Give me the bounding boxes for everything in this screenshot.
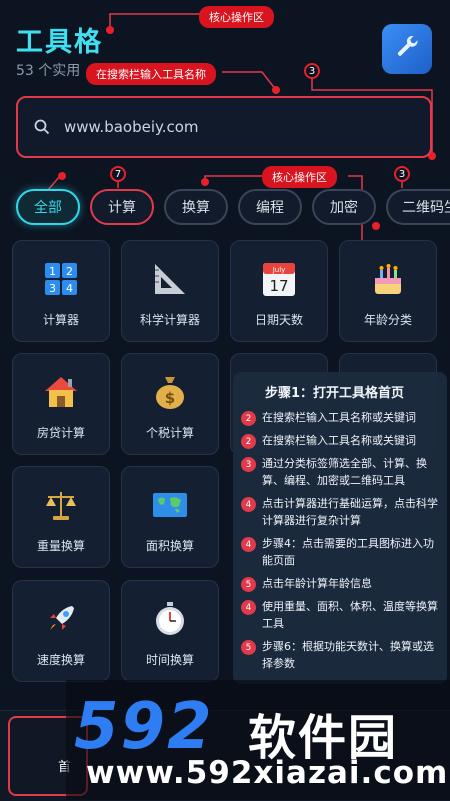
step-text: 点击年龄计算年龄信息 bbox=[262, 577, 372, 590]
step-text: 在搜索栏输入工具名称或关键词 bbox=[262, 411, 416, 424]
step-number: 4 bbox=[241, 537, 256, 552]
watermark-url: www.592xiazai.com bbox=[86, 755, 449, 791]
tool-label: 科学计算器 bbox=[139, 313, 200, 327]
tool-label: 日期天数 bbox=[254, 313, 303, 327]
annotation-marker bbox=[201, 178, 209, 186]
tool-label: 重量换算 bbox=[36, 539, 85, 553]
search-input[interactable] bbox=[62, 117, 386, 137]
tool-label: 年龄分类 bbox=[363, 313, 412, 327]
step-item: 2 在搜索栏输入工具名称或关键词 bbox=[241, 409, 439, 426]
ruler-triangle-icon bbox=[150, 259, 190, 299]
step-number: 4 bbox=[241, 600, 256, 615]
svg-text:3: 3 bbox=[49, 282, 56, 295]
annotation-marker bbox=[106, 26, 114, 34]
stopwatch-icon bbox=[150, 599, 190, 639]
money-bag-icon: $ bbox=[150, 372, 190, 412]
step-text: 在搜索栏输入工具名称或关键词 bbox=[262, 434, 416, 447]
tool-card-calculator[interactable]: 1 2 3 4 计算器 bbox=[12, 240, 110, 342]
step-text: 通过分类标签筛选全部、计算、换算、编程、加密或二维码工具 bbox=[262, 457, 427, 487]
annotation-badge-tab-a: 7 bbox=[110, 166, 126, 182]
tab-qrcode[interactable]: 二维码生 bbox=[386, 189, 450, 225]
tool-label: 房贷计算 bbox=[36, 426, 85, 440]
calendar-day: 17 bbox=[269, 277, 288, 295]
svg-text:$: $ bbox=[165, 389, 175, 407]
tool-label: 个税计算 bbox=[145, 426, 194, 440]
step-text: 使用重量、面积、体积、温度等换算工具 bbox=[262, 600, 438, 630]
annotation-core-zone-top: 核心操作区 bbox=[199, 6, 274, 28]
tool-card-mortgage[interactable]: 房贷计算 bbox=[12, 353, 110, 455]
tool-card-age[interactable]: 年龄分类 bbox=[339, 240, 437, 342]
annotation-core-zone-mid: 核心操作区 bbox=[262, 166, 337, 188]
tool-card-area-convert[interactable]: 面积换算 bbox=[121, 466, 219, 568]
tool-card-speed-convert[interactable]: 速度换算 bbox=[12, 580, 110, 682]
annotation-marker bbox=[272, 86, 280, 94]
tool-card-date-days[interactable]: July 17 日期天数 bbox=[230, 240, 328, 342]
step-item: 5 步骤6：根据功能天数计、换算或选择参数 bbox=[241, 638, 439, 672]
step-item: 2 在搜索栏输入工具名称或关键词 bbox=[241, 432, 439, 449]
tab-programming[interactable]: 编程 bbox=[238, 189, 302, 225]
annotation-marker bbox=[58, 172, 66, 180]
calculator-icon: 1 2 3 4 bbox=[41, 259, 81, 299]
rocket-icon bbox=[41, 599, 81, 639]
watermark-logo: 592 bbox=[74, 690, 214, 764]
step-number: 2 bbox=[241, 434, 256, 449]
step-text: 步骤4：点击需要的工具图标进入功能页面 bbox=[262, 537, 434, 567]
tool-label: 时间换算 bbox=[145, 653, 194, 667]
step-number: 5 bbox=[241, 640, 256, 655]
step-item: 5 点击年龄计算年龄信息 bbox=[241, 575, 439, 592]
svg-text:1: 1 bbox=[49, 265, 56, 278]
search-icon bbox=[34, 119, 50, 135]
step-number: 2 bbox=[241, 411, 256, 426]
steps-panel: 步骤1：打开工具格首页 2 在搜索栏输入工具名称或关键词 2 在搜索栏输入工具名… bbox=[233, 372, 447, 684]
birthday-cake-icon bbox=[368, 259, 408, 299]
house-icon bbox=[41, 372, 81, 412]
step-number: 4 bbox=[241, 497, 256, 512]
scales-icon bbox=[41, 485, 81, 525]
tab-all[interactable]: 全部 bbox=[16, 189, 80, 225]
steps-title: 步骤1：打开工具格首页 bbox=[265, 386, 405, 401]
step-number: 5 bbox=[241, 577, 256, 592]
annotation-badge-search: 3 bbox=[304, 63, 320, 79]
tool-label: 面积换算 bbox=[145, 539, 194, 553]
calendar-month: July bbox=[272, 266, 286, 274]
world-map-icon bbox=[150, 485, 190, 525]
step-item: 4 点击计算器进行基础运算，点击科学计算器进行复杂计算 bbox=[241, 495, 439, 529]
step-text: 步骤6：根据功能天数计、换算或选择参数 bbox=[262, 640, 434, 670]
annotation-badge-tab-b: 3 bbox=[394, 166, 410, 182]
tool-label: 速度换算 bbox=[36, 653, 85, 667]
svg-text:2: 2 bbox=[66, 265, 73, 278]
calendar-icon: July 17 bbox=[259, 259, 299, 299]
tool-card-time-convert[interactable]: 时间换算 bbox=[121, 580, 219, 682]
annotation-marker bbox=[372, 222, 380, 230]
annotation-search-hint: 在搜索栏输入工具名称 bbox=[86, 63, 216, 85]
search-bar[interactable] bbox=[16, 96, 432, 158]
step-text: 点击计算器进行基础运算，点击科学计算器进行复杂计算 bbox=[262, 497, 438, 527]
step-item: 4 使用重量、面积、体积、温度等换算工具 bbox=[241, 598, 439, 632]
step-number: 3 bbox=[241, 457, 256, 472]
tool-card-weight-convert[interactable]: 重量换算 bbox=[12, 466, 110, 568]
tool-card-scientific-calculator[interactable]: 科学计算器 bbox=[121, 240, 219, 342]
step-item: 4 步骤4：点击需要的工具图标进入功能页面 bbox=[241, 535, 439, 569]
tab-encrypt[interactable]: 加密 bbox=[312, 189, 376, 225]
svg-text:4: 4 bbox=[66, 282, 73, 295]
tool-card-income-tax[interactable]: $ 个税计算 bbox=[121, 353, 219, 455]
tool-label: 计算器 bbox=[42, 313, 79, 327]
step-item: 3 通过分类标签筛选全部、计算、换算、编程、加密或二维码工具 bbox=[241, 455, 439, 489]
tab-convert[interactable]: 换算 bbox=[164, 189, 228, 225]
tab-calculate[interactable]: 计算 bbox=[90, 189, 154, 225]
